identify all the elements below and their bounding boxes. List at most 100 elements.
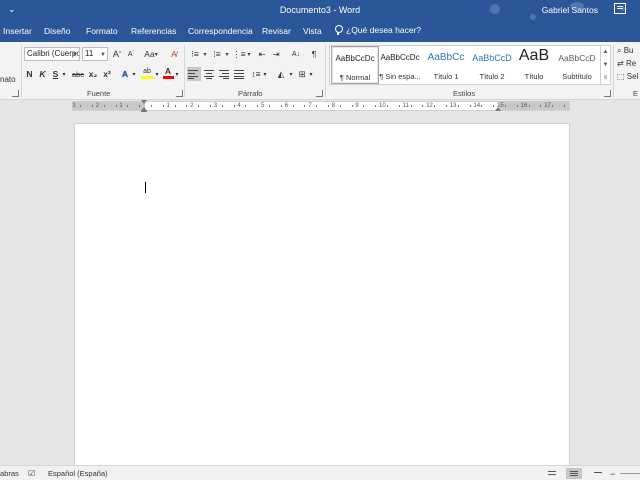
- shrink-font-button[interactable]: Aˇ: [125, 47, 137, 61]
- paragraph-launcher-icon[interactable]: [316, 90, 323, 97]
- gallery-up-icon[interactable]: ▲: [601, 46, 610, 59]
- style-heading-1[interactable]: AaBbCc Título 1: [422, 46, 470, 84]
- print-layout-button[interactable]: [566, 468, 582, 479]
- increase-indent-button[interactable]: ⇥: [270, 47, 282, 61]
- borders-button[interactable]: ⊞: [296, 67, 308, 81]
- bullets-button[interactable]: ⁝≡: [188, 47, 202, 61]
- select-button[interactable]: ⬚ Sel: [617, 70, 638, 83]
- tab-diseno[interactable]: Diseño: [44, 26, 70, 36]
- ribbon-display-options-icon[interactable]: [614, 3, 626, 14]
- user-name[interactable]: Gabriel Santos: [542, 5, 598, 15]
- superscript-button[interactable]: x²: [101, 67, 113, 81]
- bold-button[interactable]: N: [25, 67, 34, 81]
- right-indent-marker[interactable]: [495, 107, 501, 111]
- tab-referencias[interactable]: Referencias: [131, 26, 176, 36]
- text-effects-button[interactable]: A: [119, 67, 131, 81]
- multilevel-list-button[interactable]: ⋮≡: [232, 47, 246, 61]
- gallery-down-icon[interactable]: ▼: [601, 59, 610, 72]
- grow-font-button[interactable]: A ^: [111, 47, 123, 61]
- show-marks-button[interactable]: ¶: [309, 47, 319, 61]
- zoom-out-button[interactable]: −: [610, 469, 615, 479]
- style-preview: AaB: [518, 47, 550, 64]
- group-separator: [21, 45, 22, 97]
- style-heading-2[interactable]: AaBbCcD Título 2: [468, 46, 516, 84]
- align-left-button[interactable]: [187, 67, 201, 81]
- read-mode-button[interactable]: [544, 468, 560, 479]
- font-launcher-icon[interactable]: [176, 90, 183, 97]
- decrease-indent-button[interactable]: ⇤: [256, 47, 268, 61]
- numbering-icon: ⁞≡: [213, 49, 221, 59]
- styles-gallery-scroll: ▲ ▼ ≡: [601, 45, 611, 85]
- tab-vista[interactable]: Vista: [303, 26, 322, 36]
- justify-button[interactable]: [233, 67, 247, 81]
- style-subtitle[interactable]: AaBbCcD Subtítulo: [553, 46, 601, 84]
- justify-icon: [234, 69, 246, 79]
- zoom-slider[interactable]: [620, 473, 640, 474]
- document-page[interactable]: [75, 124, 569, 480]
- shading-dropdown-icon[interactable]: ▾: [288, 67, 294, 81]
- group-separator: [325, 45, 326, 97]
- font-size-combo[interactable]: 11 ▼: [82, 47, 108, 61]
- ruler-number: 6: [284, 103, 288, 109]
- subscript-button[interactable]: x₂: [87, 67, 99, 81]
- ruler-tick: [528, 105, 530, 107]
- tab-correspondencia[interactable]: Correspondencia: [188, 26, 253, 36]
- tell-me-box[interactable]: ¿Qué desea hacer?: [334, 25, 421, 35]
- web-layout-button[interactable]: [590, 468, 606, 479]
- status-bar: abras ☑ Español (España) −: [0, 465, 640, 480]
- tab-revisar[interactable]: Revisar: [262, 26, 291, 36]
- highlight-button[interactable]: ab: [140, 66, 154, 80]
- bullets-dropdown-icon[interactable]: ▾: [202, 47, 208, 61]
- group-separator: [184, 45, 185, 97]
- underline-button[interactable]: S: [51, 67, 60, 81]
- tell-me-placeholder: ¿Qué desea hacer?: [346, 25, 422, 35]
- underline-dropdown-icon[interactable]: ▾: [61, 67, 67, 81]
- format-painter-label[interactable]: nato: [0, 75, 16, 84]
- multilevel-dropdown-icon[interactable]: ▾: [246, 47, 252, 61]
- gallery-more-icon[interactable]: ≡: [601, 72, 610, 85]
- borders-dropdown-icon[interactable]: ▾: [308, 67, 314, 81]
- align-right-icon: [219, 69, 231, 79]
- align-right-button[interactable]: [218, 67, 232, 81]
- strikethrough-button[interactable]: abc: [71, 67, 85, 81]
- proofing-icon[interactable]: ☑: [28, 469, 35, 478]
- font-size-value: 11: [85, 49, 94, 58]
- find-button[interactable]: ⌕ Bu: [617, 44, 638, 57]
- tab-insertar[interactable]: Insertar: [3, 26, 32, 36]
- shading-button[interactable]: ◭: [274, 67, 288, 81]
- replace-button[interactable]: ⇄ Re: [617, 57, 638, 70]
- style-normal[interactable]: AaBbCcDc ¶ Normal: [331, 46, 379, 84]
- align-center-button[interactable]: [203, 67, 217, 81]
- style-preview: AaBbCcDc: [335, 54, 375, 63]
- text-effects-dropdown-icon[interactable]: ▾: [131, 67, 137, 81]
- change-case-icon: Aa: [144, 49, 155, 59]
- line-spacing-dropdown-icon[interactable]: ▾: [262, 67, 268, 81]
- line-spacing-button[interactable]: ↕≡: [250, 67, 262, 81]
- ruler-tick: [91, 105, 93, 107]
- clipboard-launcher-icon[interactable]: [12, 90, 19, 97]
- ruler-tick: [221, 105, 223, 107]
- numbering-dropdown-icon[interactable]: ▾: [224, 47, 230, 61]
- ruler-tick: [198, 105, 200, 107]
- style-no-spacing[interactable]: AaBbCcDc ¶ Sin espa...: [376, 46, 424, 84]
- tab-formato[interactable]: Formato: [86, 26, 118, 36]
- ruler-tick: [292, 105, 294, 107]
- first-line-indent-marker[interactable]: [141, 100, 147, 104]
- numbering-button[interactable]: ⁞≡: [210, 47, 224, 61]
- italic-button[interactable]: K: [38, 67, 47, 81]
- sort-button[interactable]: A↓: [290, 47, 302, 61]
- ruler-number: 16: [520, 103, 528, 109]
- language-indicator[interactable]: Español (España): [48, 469, 108, 478]
- clear-formatting-button[interactable]: A̸: [168, 47, 180, 61]
- word-count[interactable]: abras: [0, 469, 19, 478]
- change-case-button[interactable]: Aa ▾: [142, 47, 160, 61]
- style-preview: AaBbCcDc: [380, 53, 420, 62]
- style-title[interactable]: AaB Título: [510, 46, 558, 84]
- font-name-combo[interactable]: Calibri (Cuerpo ▼: [24, 47, 80, 61]
- font-color-dropdown-icon[interactable]: ▾: [174, 67, 180, 81]
- font-color-button[interactable]: A: [162, 66, 174, 80]
- highlight-dropdown-icon[interactable]: ▾: [154, 67, 160, 81]
- group-label-font: Fuente: [87, 89, 111, 98]
- styles-launcher-icon[interactable]: [604, 90, 611, 97]
- ruler-tick: [280, 105, 282, 107]
